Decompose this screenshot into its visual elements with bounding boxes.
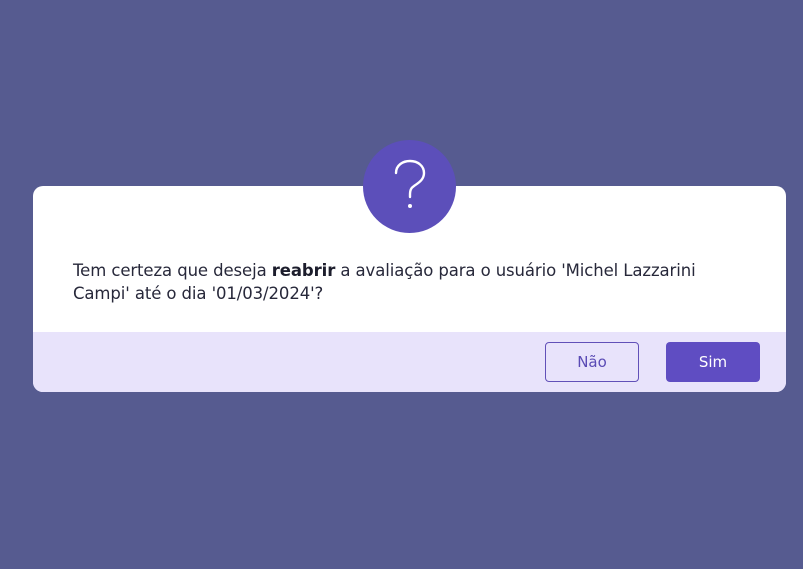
no-button[interactable]: Não: [545, 342, 639, 382]
no-button-label: Não: [577, 353, 607, 371]
confirmation-message: Tem certeza que deseja reabrir a avaliaç…: [73, 259, 753, 305]
yes-button-label: Sim: [698, 353, 728, 371]
message-action-word: reabrir: [271, 261, 336, 280]
question-badge: [363, 140, 456, 233]
message-text: Tem certeza que deseja: [73, 261, 272, 280]
yes-button[interactable]: Sim: [666, 342, 760, 382]
question-mark-icon: [394, 159, 425, 208]
